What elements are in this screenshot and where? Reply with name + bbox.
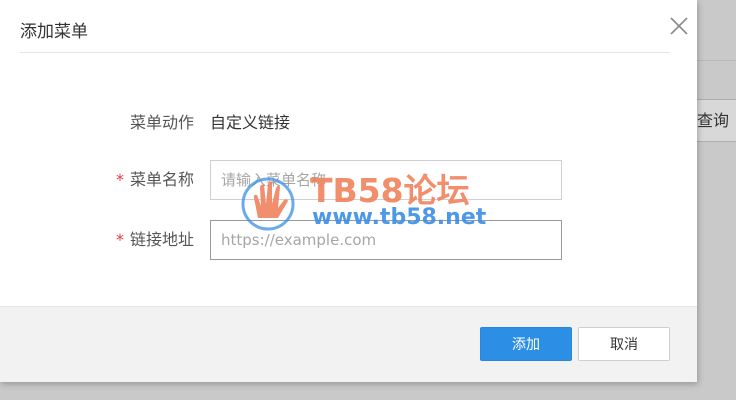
cancel-button[interactable]: 取消 [578,327,670,361]
menu-action-row: 菜单动作 自定义链接 [0,103,697,143]
required-mark: * [115,230,124,249]
close-icon [670,17,688,35]
menu-action-label: 菜单动作 [129,113,194,132]
menu-name-label: * 菜单名称 [115,170,194,189]
required-mark: * [115,170,124,189]
add-button[interactable]: 添加 [480,327,572,361]
dialog-title: 添加菜单 [20,22,88,42]
menu-action-value: 自定义链接 [210,113,291,132]
add-menu-dialog: 添加菜单 菜单动作 自定义链接 *菜单名称 *链接地址 添加 取消 [0,0,697,382]
close-button[interactable] [668,15,690,37]
menu-name-input[interactable] [210,160,562,200]
dialog-footer: 添加 取消 [0,306,697,382]
link-address-label: * 链接地址 [115,230,194,249]
menu-name-row: * 菜单名称 [0,160,697,200]
background-divider [697,60,736,61]
link-address-row: * 链接地址 [0,220,697,260]
link-address-input[interactable] [210,220,562,260]
dialog-header: 添加菜单 [20,0,688,53]
